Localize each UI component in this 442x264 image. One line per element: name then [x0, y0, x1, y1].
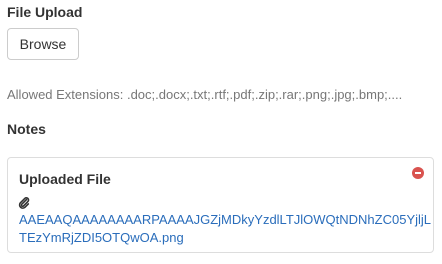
uploaded-file-panel: Uploaded File AAEAAQAAAAAAAARPAAAAJGZjMD… [7, 157, 434, 253]
allowed-extensions-text: Allowed Extensions: .doc;.docx;.txt;.rtf… [7, 87, 403, 102]
notes-label: Notes [7, 121, 46, 137]
file-upload-label: File Upload [7, 4, 83, 20]
uploaded-file-link[interactable]: AAEAAQAAAAAAAARPAAAAJGZjMDkyYzdlLTJlOWQt… [19, 211, 431, 247]
remove-circle-icon[interactable] [412, 167, 424, 179]
browse-button[interactable]: Browse [7, 28, 79, 60]
paperclip-icon [18, 196, 30, 210]
uploaded-file-title: Uploaded File [19, 171, 111, 187]
page: File Upload Browse Allowed Extensions: .… [0, 0, 442, 264]
